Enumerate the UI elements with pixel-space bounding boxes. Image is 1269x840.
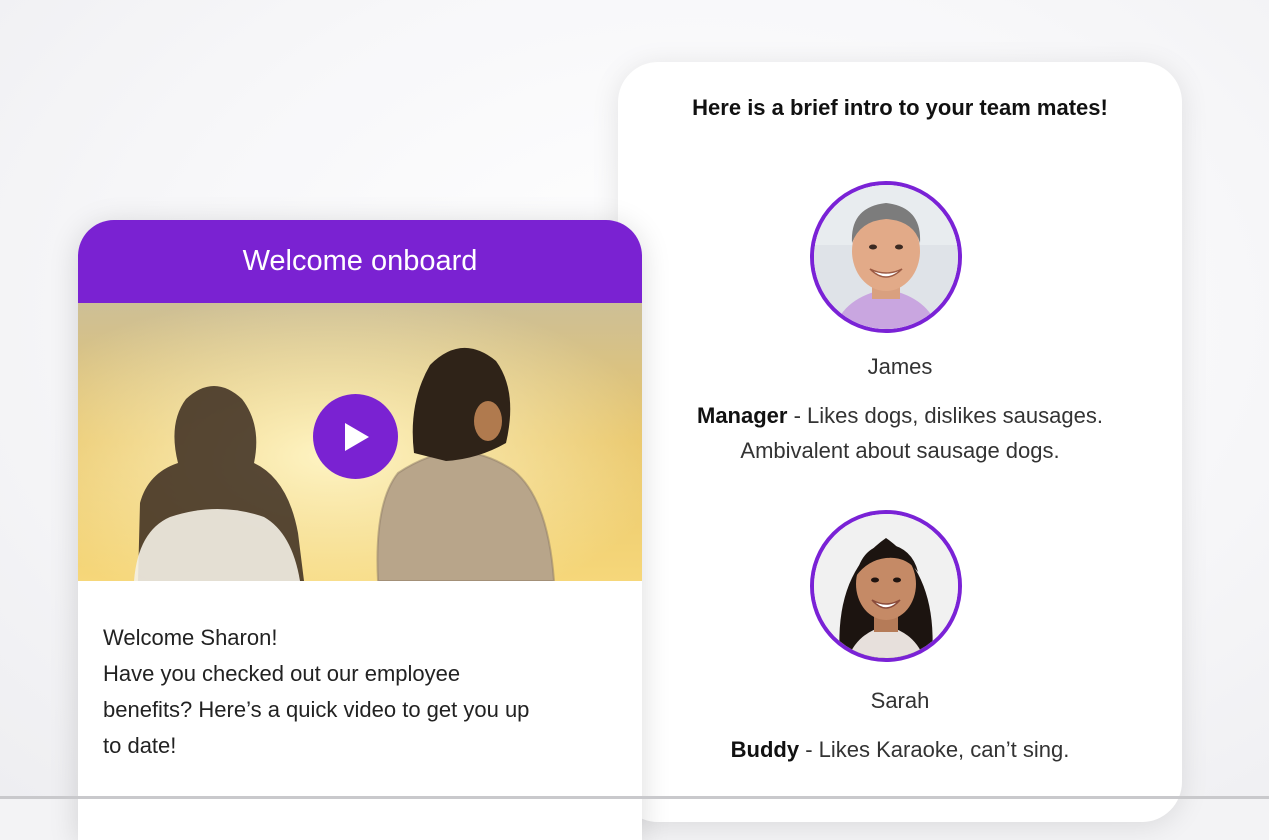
sarah-photo (814, 514, 958, 658)
sarah-avatar (810, 510, 962, 662)
member-desc-sarah: Buddy - Likes Karaoke, can’t sing. (618, 732, 1182, 767)
james-photo (814, 185, 958, 329)
welcome-message-line3: benefits? Here’s a quick video to get yo… (103, 697, 530, 722)
welcome-message-line1: Welcome Sharon! (103, 625, 278, 650)
member-desc-james-line2: Ambivalent about sausage dogs. (740, 438, 1060, 463)
member-desc-james-line1: - Likes dogs, dislikes sausages. (787, 403, 1103, 428)
welcome-header: Welcome onboard (78, 220, 642, 303)
member-desc-james: Manager - Likes dogs, dislikes sausages.… (618, 398, 1182, 468)
welcome-message-line4: to date! (103, 733, 177, 758)
play-button[interactable] (313, 394, 398, 479)
welcome-card: Welcome onboard Welcome Sharon! Have you… (78, 220, 642, 840)
team-intro-title: Here is a brief intro to your team mates… (692, 95, 1108, 120)
welcome-message-line2: Have you checked out our employee (103, 661, 461, 686)
welcome-message: Welcome Sharon! Have you checked out our… (103, 620, 623, 764)
video-thumbnail[interactable] (78, 303, 642, 581)
member-name-james: James (867, 354, 933, 379)
play-icon (344, 422, 369, 451)
member-role-sarah: Buddy (730, 737, 800, 762)
james-avatar (810, 181, 962, 333)
member-desc-sarah-line1: - Likes Karaoke, can’t sing. (799, 737, 1070, 762)
member-role-james: Manager (697, 403, 788, 428)
team-intro-title-wrap: Here is a brief intro to your team mates… (618, 95, 1182, 121)
member-name-sarah: Sarah (870, 688, 930, 713)
